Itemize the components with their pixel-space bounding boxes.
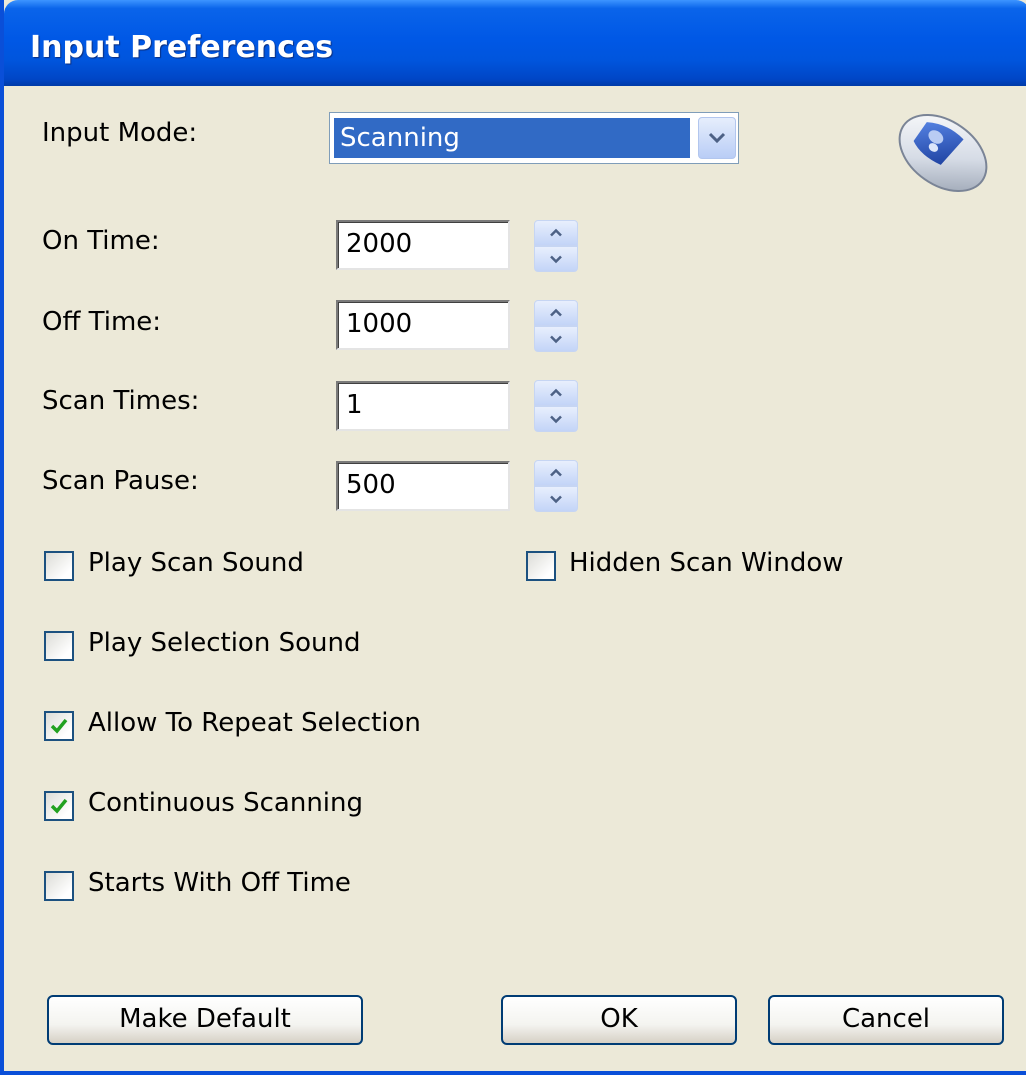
allow-repeat-selection-label[interactable]: Allow To Repeat Selection (88, 708, 421, 738)
allow-repeat-selection-checkbox[interactable] (44, 711, 74, 741)
scan-pause-spinner[interactable] (534, 460, 578, 512)
scan-times-increment[interactable] (534, 380, 578, 406)
chevron-down-icon (550, 415, 562, 424)
starts-with-off-time-label[interactable]: Starts With Off Time (88, 868, 351, 898)
play-selection-sound-label[interactable]: Play Selection Sound (88, 628, 360, 658)
off-time-label: Off Time: (42, 307, 162, 337)
make-default-button[interactable]: Make Default (47, 995, 363, 1045)
chevron-up-icon (550, 388, 562, 397)
off-time-spinner[interactable] (534, 300, 578, 352)
mouse-icon (898, 113, 988, 193)
scan-times-field[interactable] (336, 381, 510, 431)
scan-pause-decrement[interactable] (534, 486, 578, 512)
dropdown-button[interactable] (698, 117, 736, 159)
scan-times-label: Scan Times: (42, 386, 200, 416)
scan-times-input[interactable] (338, 383, 506, 427)
on-time-label: On Time: (42, 226, 160, 256)
window-title: Input Preferences (30, 30, 334, 65)
play-scan-sound-checkbox[interactable] (44, 551, 74, 581)
hidden-scan-window-label[interactable]: Hidden Scan Window (569, 548, 844, 578)
chevron-down-icon (550, 335, 562, 344)
chevron-up-icon (550, 228, 562, 237)
chevron-down-icon (550, 255, 562, 264)
off-time-increment[interactable] (534, 300, 578, 326)
on-time-input[interactable] (338, 222, 506, 266)
ok-button[interactable]: OK (501, 995, 737, 1045)
checkmark-icon (50, 798, 68, 814)
on-time-decrement[interactable] (534, 246, 578, 272)
chevron-down-icon (550, 495, 562, 504)
off-time-decrement[interactable] (534, 326, 578, 352)
input-mode-label: Input Mode: (42, 118, 198, 148)
continuous-scanning-label[interactable]: Continuous Scanning (88, 788, 363, 818)
cancel-button[interactable]: Cancel (768, 995, 1004, 1045)
scan-times-decrement[interactable] (534, 406, 578, 432)
chevron-up-icon (550, 468, 562, 477)
continuous-scanning-checkbox[interactable] (44, 791, 74, 821)
scan-pause-field[interactable] (336, 461, 510, 511)
play-selection-sound-checkbox[interactable] (44, 631, 74, 661)
on-time-increment[interactable] (534, 220, 578, 246)
chevron-up-icon (550, 308, 562, 317)
checkmark-icon (50, 718, 68, 734)
on-time-spinner[interactable] (534, 220, 578, 272)
hidden-scan-window-checkbox[interactable] (526, 551, 556, 581)
input-mode-selected-value: Scanning (334, 118, 690, 158)
input-preferences-dialog: Input Preferences Input Mode: Scanning O… (0, 0, 1026, 1075)
off-time-input[interactable] (338, 302, 506, 346)
scan-times-spinner[interactable] (534, 380, 578, 432)
scan-pause-increment[interactable] (534, 460, 578, 486)
play-scan-sound-label[interactable]: Play Scan Sound (88, 548, 304, 578)
on-time-field[interactable] (336, 220, 510, 270)
scan-pause-label: Scan Pause: (42, 466, 199, 496)
off-time-field[interactable] (336, 300, 510, 350)
input-mode-select[interactable]: Scanning (329, 112, 739, 164)
title-bar[interactable]: Input Preferences (4, 0, 1026, 86)
scan-pause-input[interactable] (338, 463, 506, 507)
starts-with-off-time-checkbox[interactable] (44, 871, 74, 901)
chevron-down-icon (708, 132, 726, 144)
